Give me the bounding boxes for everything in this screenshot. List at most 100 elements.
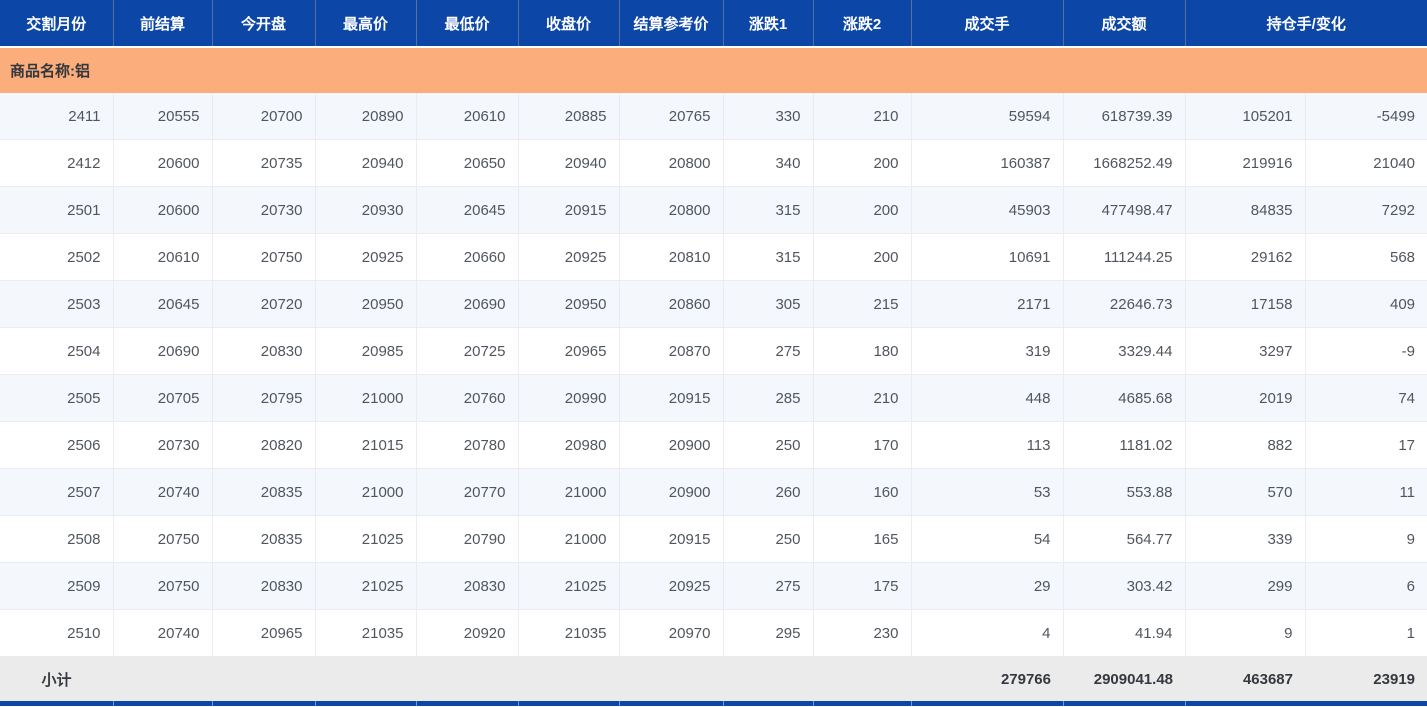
value-cell: 20770 xyxy=(416,469,518,516)
value-cell: 215 xyxy=(813,281,911,328)
value-cell: 553.88 xyxy=(1063,469,1185,516)
value-cell: 409 xyxy=(1305,281,1427,328)
value-cell: 570 xyxy=(1185,469,1305,516)
subtotal-value: 23919 xyxy=(1305,657,1427,702)
value-cell: 200 xyxy=(813,234,911,281)
value-cell: 20920 xyxy=(416,610,518,657)
table-row: 2503206452072020950206902095020860305215… xyxy=(0,281,1427,328)
table-row: 2501206002073020930206452091520800315200… xyxy=(0,187,1427,234)
value-cell: 20900 xyxy=(619,469,723,516)
delivery-month-cell: 2503 xyxy=(0,281,113,328)
value-cell: 20555 xyxy=(113,93,212,140)
subtotal-value: 279766 xyxy=(911,657,1063,702)
value-cell: 20985 xyxy=(315,328,416,375)
value-cell: 160 xyxy=(813,469,911,516)
table-row: 2502206102075020925206602092520810315200… xyxy=(0,234,1427,281)
value-cell: 340 xyxy=(723,140,813,187)
value-cell: 180 xyxy=(813,328,911,375)
value-cell: 20890 xyxy=(315,93,416,140)
subtotal-value xyxy=(619,657,723,702)
value-cell: 113 xyxy=(911,422,1063,469)
futures-quotes-table: 交割月份前结算今开盘最高价最低价收盘价结算参考价涨跌1涨跌2成交手成交额持仓手/… xyxy=(0,0,1427,706)
value-cell: 299 xyxy=(1185,563,1305,610)
next-header-cell xyxy=(212,701,315,706)
value-cell: 4 xyxy=(911,610,1063,657)
value-cell: 285 xyxy=(723,375,813,422)
value-cell: 20835 xyxy=(212,469,315,516)
value-cell: 9 xyxy=(1305,516,1427,563)
value-cell: 20780 xyxy=(416,422,518,469)
value-cell: 20705 xyxy=(113,375,212,422)
value-cell: 21035 xyxy=(315,610,416,657)
value-cell: 20725 xyxy=(416,328,518,375)
value-cell: 303.42 xyxy=(1063,563,1185,610)
value-cell: 20915 xyxy=(619,516,723,563)
value-cell: 21025 xyxy=(315,516,416,563)
table-row: 2504206902083020985207252096520870275180… xyxy=(0,328,1427,375)
next-header-cell xyxy=(911,701,1063,706)
value-cell: 21000 xyxy=(518,469,619,516)
delivery-month-cell: 2506 xyxy=(0,422,113,469)
value-cell: 20730 xyxy=(212,187,315,234)
value-cell: 260 xyxy=(723,469,813,516)
value-cell: 20870 xyxy=(619,328,723,375)
value-cell: 20915 xyxy=(518,187,619,234)
table-row: 2510207402096521035209202103520970295230… xyxy=(0,610,1427,657)
column-header: 今开盘 xyxy=(212,0,315,47)
value-cell: 20830 xyxy=(416,563,518,610)
value-cell: 564.77 xyxy=(1063,516,1185,563)
value-cell: 219916 xyxy=(1185,140,1305,187)
value-cell: 250 xyxy=(723,516,813,563)
subtotal-value xyxy=(315,657,416,702)
value-cell: 20600 xyxy=(113,140,212,187)
value-cell: 20925 xyxy=(315,234,416,281)
next-header-cell xyxy=(315,701,416,706)
value-cell: 20750 xyxy=(113,516,212,563)
value-cell: 9 xyxy=(1185,610,1305,657)
table-row: 2412206002073520940206502094020800340200… xyxy=(0,140,1427,187)
value-cell: 20650 xyxy=(416,140,518,187)
value-cell: 21015 xyxy=(315,422,416,469)
value-cell: 448 xyxy=(911,375,1063,422)
delivery-month-cell: 2508 xyxy=(0,516,113,563)
value-cell: 20760 xyxy=(416,375,518,422)
value-cell: 20830 xyxy=(212,328,315,375)
delivery-month-cell: 2509 xyxy=(0,563,113,610)
value-cell: 21000 xyxy=(315,469,416,516)
value-cell: 315 xyxy=(723,187,813,234)
value-cell: 105201 xyxy=(1185,93,1305,140)
value-cell: 3329.44 xyxy=(1063,328,1185,375)
value-cell: 20740 xyxy=(113,610,212,657)
value-cell: 20735 xyxy=(212,140,315,187)
value-cell: 20940 xyxy=(518,140,619,187)
value-cell: 20690 xyxy=(416,281,518,328)
next-header-cell xyxy=(518,701,619,706)
value-cell: 319 xyxy=(911,328,1063,375)
table-row: 2506207302082021015207802098020900250170… xyxy=(0,422,1427,469)
column-header: 结算参考价 xyxy=(619,0,723,47)
value-cell: 20660 xyxy=(416,234,518,281)
value-cell: 200 xyxy=(813,187,911,234)
next-header-cell xyxy=(723,701,813,706)
value-cell: 330 xyxy=(723,93,813,140)
value-cell: 20800 xyxy=(619,140,723,187)
value-cell: 20965 xyxy=(518,328,619,375)
value-cell: 295 xyxy=(723,610,813,657)
subtotal-value: 463687 xyxy=(1185,657,1305,702)
value-cell: 21025 xyxy=(315,563,416,610)
delivery-month-cell: 2412 xyxy=(0,140,113,187)
value-cell: 20795 xyxy=(212,375,315,422)
value-cell: 20610 xyxy=(416,93,518,140)
value-cell: 339 xyxy=(1185,516,1305,563)
subtotal-label: 小计 xyxy=(0,657,113,702)
value-cell: 210 xyxy=(813,93,911,140)
value-cell: 175 xyxy=(813,563,911,610)
subtotal-value xyxy=(113,657,212,702)
value-cell: 20645 xyxy=(113,281,212,328)
value-cell: 22646.73 xyxy=(1063,281,1185,328)
value-cell: 29162 xyxy=(1185,234,1305,281)
next-header-cell xyxy=(813,701,911,706)
value-cell: 21040 xyxy=(1305,140,1427,187)
value-cell: -5499 xyxy=(1305,93,1427,140)
value-cell: 3297 xyxy=(1185,328,1305,375)
